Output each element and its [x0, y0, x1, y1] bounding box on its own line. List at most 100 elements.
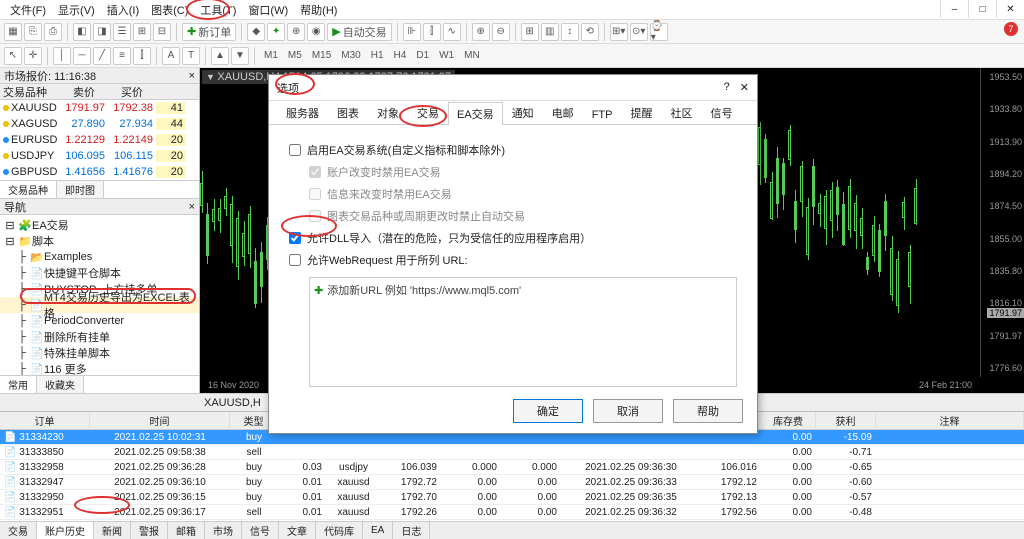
- tab-fav[interactable]: 收藏夹: [37, 376, 84, 393]
- tree-node[interactable]: ├📂Examples: [0, 249, 199, 265]
- tool-l[interactable]: ⟲: [581, 23, 599, 41]
- tool-h[interactable]: ◉: [307, 23, 325, 41]
- terminal-tab[interactable]: 信号: [242, 522, 279, 539]
- tool-meta[interactable]: ◆: [247, 23, 265, 41]
- terminal-tab[interactable]: 日志: [393, 522, 430, 539]
- tool-i[interactable]: ⊞: [521, 23, 539, 41]
- terminal-tab[interactable]: EA: [363, 522, 393, 539]
- tf-d1[interactable]: D1: [412, 50, 433, 61]
- menu-window[interactable]: 窗口(W): [242, 1, 294, 19]
- menu-file[interactable]: 文件(F): [4, 1, 52, 19]
- tool-new[interactable]: ▦: [4, 23, 22, 41]
- tf-w1[interactable]: W1: [435, 50, 458, 61]
- tool-bar[interactable]: ⫿: [423, 23, 441, 41]
- tool-o[interactable]: ⌚▾: [650, 23, 668, 41]
- dialog-tab[interactable]: 电邮: [543, 101, 583, 124]
- text-icon[interactable]: A: [162, 47, 180, 65]
- dialog-tab[interactable]: 对象: [368, 101, 408, 124]
- terminal-tab[interactable]: 文章: [279, 522, 316, 539]
- col-header[interactable]: 库存费: [761, 413, 816, 428]
- close-icon[interactable]: ×: [189, 201, 195, 213]
- tool-j[interactable]: ▥: [541, 23, 559, 41]
- help-icon[interactable]: ?: [724, 81, 730, 94]
- tree-node[interactable]: ├📄快捷键平仓脚本: [0, 265, 199, 281]
- tool-save[interactable]: ⎙: [44, 23, 62, 41]
- quote-row[interactable]: USDJPY106.095106.11520: [0, 148, 199, 164]
- chart-tab[interactable]: XAUUSD,H: [204, 397, 261, 409]
- terminal-tab[interactable]: 邮箱: [168, 522, 205, 539]
- terminal-tab[interactable]: 市场: [205, 522, 242, 539]
- trend-icon[interactable]: ╱: [93, 47, 111, 65]
- tool-g[interactable]: ⊕: [287, 23, 305, 41]
- chk-account[interactable]: 账户改变时禁用EA交易: [309, 161, 737, 183]
- tool-line[interactable]: ∿: [443, 23, 461, 41]
- tf-m15[interactable]: M15: [308, 50, 335, 61]
- autotrade-button[interactable]: ▶自动交易: [327, 23, 391, 41]
- tool-n[interactable]: ⊙▾: [630, 23, 648, 41]
- vline-icon[interactable]: │: [53, 47, 71, 65]
- menu-insert[interactable]: 插入(I): [101, 1, 145, 19]
- col-header[interactable]: 获利: [816, 413, 876, 428]
- dialog-tab[interactable]: 信号: [701, 101, 741, 124]
- tf-m30[interactable]: M30: [337, 50, 364, 61]
- menu-chart[interactable]: 图表(C): [145, 1, 194, 19]
- dialog-tab[interactable]: 通知: [503, 101, 543, 124]
- dialog-tab[interactable]: 服务器: [277, 101, 328, 124]
- terminal-tab[interactable]: 代码库: [316, 522, 363, 539]
- tab-common[interactable]: 常用: [0, 376, 37, 393]
- zoom-out-icon[interactable]: ⊖: [492, 23, 510, 41]
- terminal-tab[interactable]: 新闻: [94, 522, 131, 539]
- hline-icon[interactable]: ─: [73, 47, 91, 65]
- tf-h4[interactable]: H4: [390, 50, 411, 61]
- crosshair-icon[interactable]: ✛: [24, 47, 42, 65]
- col-header[interactable]: 订单: [0, 413, 90, 428]
- tf-m5[interactable]: M5: [284, 50, 306, 61]
- order-row[interactable]: 📄 313329512021.02.25 09:36:17sell0.01xau…: [0, 505, 1024, 520]
- tool-e[interactable]: ⊟: [153, 23, 171, 41]
- col-header[interactable]: 注释: [876, 413, 1024, 428]
- cancel-button[interactable]: 取消: [593, 399, 663, 423]
- tool-open[interactable]: ⎘: [24, 23, 42, 41]
- dialog-tab[interactable]: 提醒: [621, 101, 661, 124]
- chk-enable-ea[interactable]: 启用EA交易系统(自定义指标和脚本除外): [289, 139, 737, 161]
- quote-row[interactable]: XAUUSD1791.971792.3841: [0, 100, 199, 116]
- notification-badge[interactable]: 7: [1004, 22, 1018, 36]
- zoom-in-icon[interactable]: ⊕: [472, 23, 490, 41]
- new-order-button[interactable]: ✚新订单: [182, 23, 236, 41]
- tree-node[interactable]: ├📄删除所有挂单: [0, 329, 199, 345]
- dialog-tab[interactable]: FTP: [583, 105, 622, 124]
- tree-node[interactable]: ├📄特殊挂单脚本: [0, 345, 199, 361]
- close-icon[interactable]: ✕: [740, 81, 749, 94]
- tree-node[interactable]: ├📄MT4交易历史导出为EXCEL表格: [0, 297, 199, 313]
- order-row[interactable]: 📄 313329472021.02.25 09:36:10buy0.01xauu…: [0, 475, 1024, 490]
- chk-symbol[interactable]: 图表交易品种或周期更改时禁止自动交易: [309, 205, 737, 227]
- order-row[interactable]: 📄 313329502021.02.25 09:36:15buy0.01xauu…: [0, 490, 1024, 505]
- max-btn[interactable]: □: [968, 0, 996, 18]
- dialog-tab[interactable]: 图表: [328, 101, 368, 124]
- channel-icon[interactable]: ≡: [113, 47, 131, 65]
- tool-c[interactable]: ☰: [113, 23, 131, 41]
- quote-row[interactable]: GBPUSD1.416561.4167620: [0, 164, 199, 180]
- terminal-tab[interactable]: 警报: [131, 522, 168, 539]
- tf-h1[interactable]: H1: [367, 50, 388, 61]
- label-icon[interactable]: T: [182, 47, 200, 65]
- terminal-tab[interactable]: 账户历史: [37, 522, 94, 539]
- tool-candle[interactable]: ⊪: [403, 23, 421, 41]
- terminal-tab[interactable]: 交易: [0, 522, 37, 539]
- url-list[interactable]: ✚添加新URL 例如 'https://www.mql5.com': [309, 277, 737, 387]
- order-row[interactable]: 📄 313329582021.02.25 09:36:28buy0.03usdj…: [0, 460, 1024, 475]
- chk-dll[interactable]: 允许DLL导入（潜在的危险，只为受信任的应用程序启用）: [289, 227, 737, 249]
- dialog-tab[interactable]: 社区: [661, 101, 701, 124]
- tool-f[interactable]: ✦: [267, 23, 285, 41]
- quote-row[interactable]: EURUSD1.221291.2214920: [0, 132, 199, 148]
- tree-node[interactable]: ⊟📁脚本: [0, 233, 199, 249]
- menu-view[interactable]: 显示(V): [52, 1, 101, 19]
- close-btn[interactable]: ✕: [996, 0, 1024, 18]
- menu-help[interactable]: 帮助(H): [294, 1, 343, 19]
- tool-up[interactable]: ▲: [211, 47, 229, 65]
- chk-webrequest[interactable]: 允许WebRequest 用于所列 URL:: [289, 249, 737, 271]
- tool-k[interactable]: ↕: [561, 23, 579, 41]
- tree-node[interactable]: ⊟🧩EA交易: [0, 217, 199, 233]
- fibo-icon[interactable]: ⫿: [133, 47, 151, 65]
- tool-d[interactable]: ⊞: [133, 23, 151, 41]
